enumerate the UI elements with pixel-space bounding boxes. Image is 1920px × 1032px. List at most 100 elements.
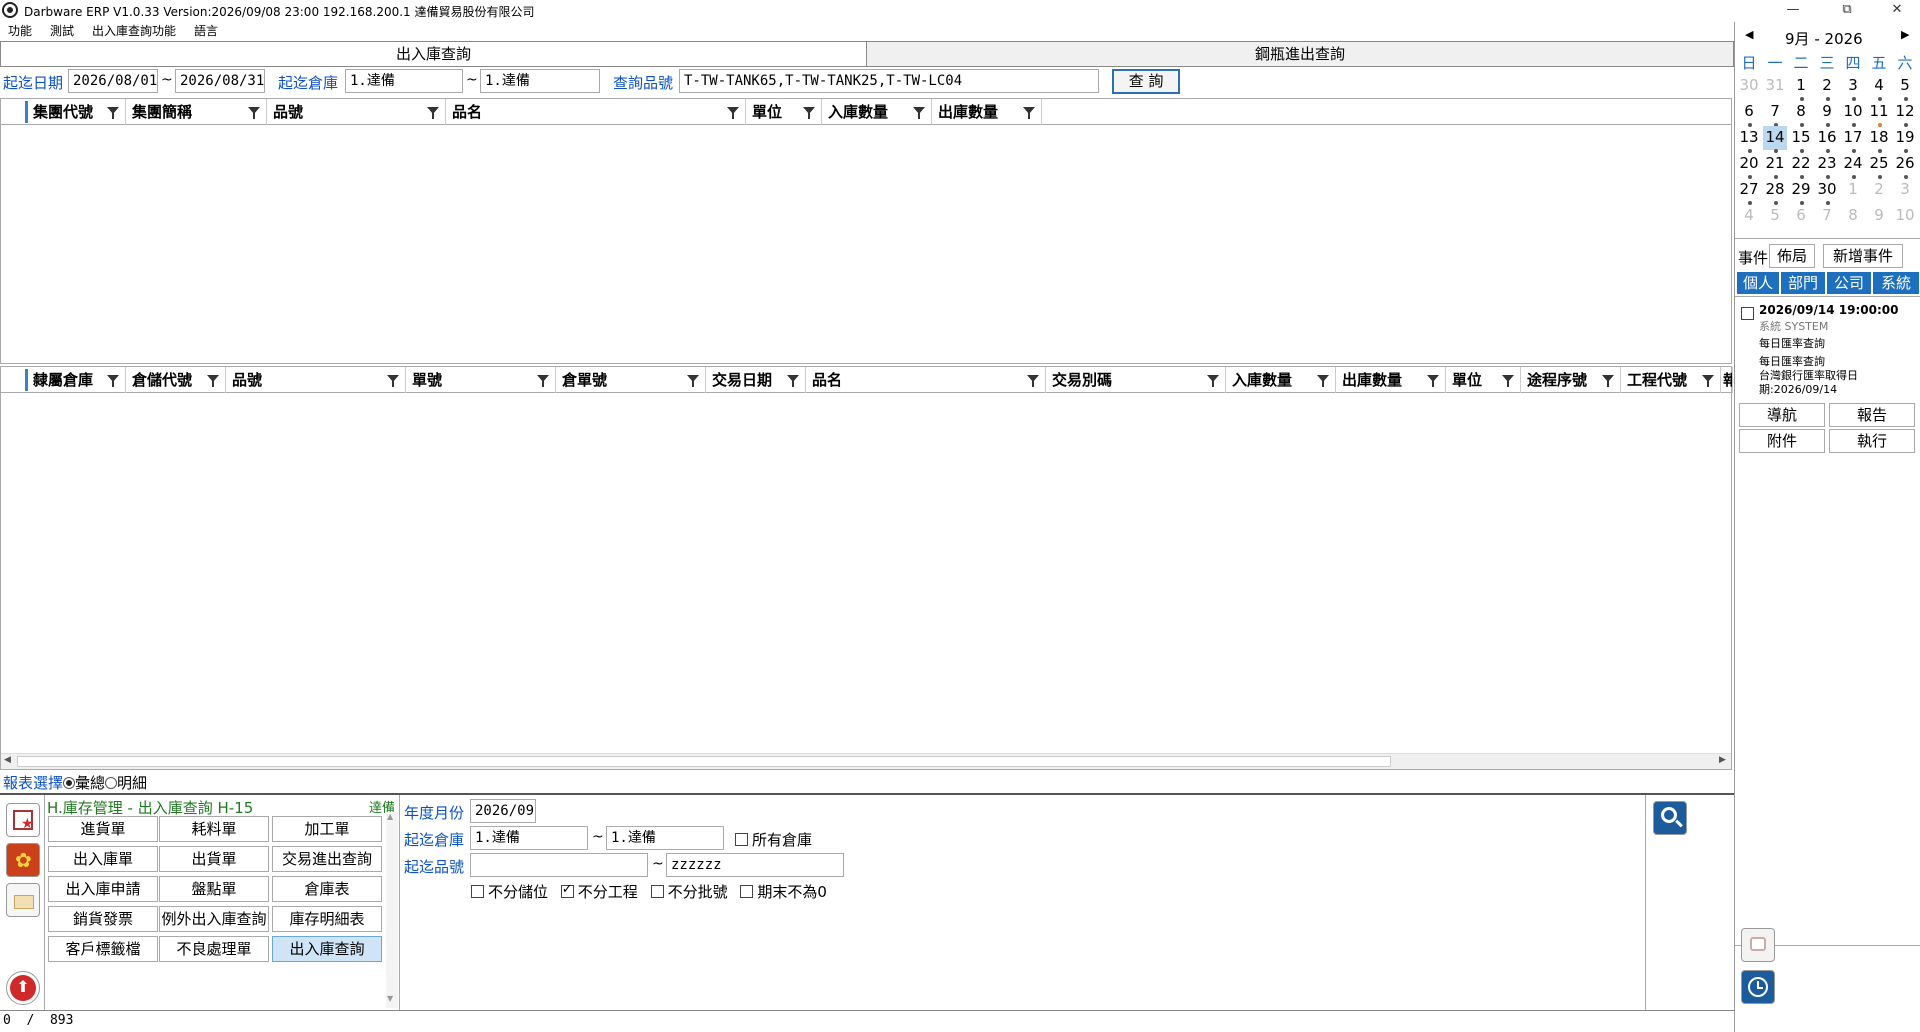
col-item-no[interactable]: 品號 [226,367,406,393]
filter-icon[interactable] [727,107,739,119]
tab-inout-query[interactable]: 出入庫查詢 [0,41,867,67]
calendar-header[interactable]: 9月 - 2026 [1785,28,1863,49]
calendar-day[interactable]: 22 [1788,154,1814,172]
btn-customer-label[interactable]: 客戶標籤檔 [48,936,158,962]
filter-icon[interactable] [1602,375,1614,387]
filter-personal[interactable]: 個人 [1737,272,1779,294]
calendar-day[interactable]: 25 [1866,154,1892,172]
calendar-day[interactable]: 7 [1762,102,1788,120]
filter-icon[interactable] [1023,107,1035,119]
col-project-code[interactable]: 工程代號 [1621,367,1721,393]
calendar-day[interactable]: 5 [1892,76,1918,94]
radio-summary-label[interactable]: 彙總 [75,774,105,792]
calendar-day[interactable]: 1 [1840,180,1866,198]
col-belong-wh[interactable]: 隸屬倉庫 [27,367,126,393]
col-group-abbr[interactable]: 集團簡稱 [126,99,267,125]
close-button[interactable]: ✕ [1874,0,1920,22]
radio-detail[interactable] [105,777,118,789]
col-item-name[interactable]: 品名 [806,367,1046,393]
warehouse-from-field[interactable]: 1.達備 [345,69,463,93]
horizontal-scrollbar[interactable]: ◀ ▶ [1,753,1731,769]
calendar-day[interactable]: 8 [1788,102,1814,120]
calendar-day[interactable]: 26 [1892,154,1918,172]
col-item-name[interactable]: 品名 [446,99,746,125]
calendar-day[interactable]: 29 [1788,180,1814,198]
btn-exception-query[interactable]: 例外出入庫查詢 [159,906,269,932]
report-button[interactable]: 報告 [1829,403,1915,427]
calendar-day[interactable]: 11 [1866,102,1892,120]
btn-sales-invoice[interactable]: 銷貨發票 [48,906,158,932]
calendar-day[interactable]: 3 [1892,180,1918,198]
warehouse-to-field[interactable]: 1.達備 [480,69,600,93]
col-out-qty[interactable]: 出庫數量 [932,99,1042,125]
btn-material-usage[interactable]: 耗料單 [159,816,269,842]
add-event-button[interactable]: 新增事件 [1823,244,1903,268]
btn-inout-request[interactable]: 出入庫申請 [48,876,158,902]
filter-icon[interactable] [1427,375,1439,387]
filter-company[interactable]: 公司 [1827,272,1871,294]
calendar-day[interactable]: 30 [1814,180,1840,198]
all-warehouse-option[interactable]: 所有倉庫 [735,829,812,850]
navigate-button[interactable]: 導航 [1739,403,1825,427]
filter-icon[interactable] [1502,375,1514,387]
module-scrollbar[interactable]: ▲ ▼ [386,812,398,1008]
col-in-qty[interactable]: 入庫數量 [822,99,932,125]
col-item-no[interactable]: 品號 [267,99,446,125]
col-doc-no[interactable]: 單號 [406,367,556,393]
calendar-day[interactable]: 18 [1866,128,1892,146]
calendar-day[interactable]: 8 [1840,206,1866,224]
chk-no-batch[interactable] [650,885,664,898]
calendar-day[interactable]: 9 [1814,102,1840,120]
menu-language[interactable]: 語言 [194,22,218,40]
col-unit[interactable]: 單位 [746,99,822,125]
filter-icon[interactable] [1207,375,1219,387]
search-icon[interactable] [1653,801,1687,835]
calendar-day[interactable]: 3 [1840,76,1866,94]
btn-stocktake[interactable]: 盤點單 [159,876,269,902]
btn-shipment[interactable]: 出貨單 [159,846,269,872]
calendar-day[interactable]: 1 [1788,76,1814,94]
scroll-up-icon[interactable]: ▲ [387,812,393,821]
date-from-field[interactable]: 2026/08/01 [68,69,158,93]
menu-function[interactable]: 功能 [8,22,32,40]
calendar-day[interactable]: 17 [1840,128,1866,146]
filter-department[interactable]: 部門 [1781,272,1825,294]
calendar-day[interactable]: 9 [1866,206,1892,224]
robot-icon[interactable] [1741,928,1775,962]
calendar-day[interactable]: 7 [1814,206,1840,224]
restore-button[interactable]: ⧉ [1824,0,1870,22]
folder-icon[interactable] [6,883,40,917]
filter-icon[interactable] [537,375,549,387]
date-to-field[interactable]: 2026/08/31 [175,69,265,93]
calendar-day[interactable]: 16 [1814,128,1840,146]
filter-icon[interactable] [1702,375,1714,387]
calendar-day[interactable]: 28 [1762,180,1788,198]
param-warehouse-to[interactable]: 1.達備 [606,826,724,850]
item-query-field[interactable]: T-TW-TANK65,T-TW-TANK25,T-TW-LC04 [679,69,1099,93]
col-report[interactable]: 報 [1721,367,1733,393]
filter-icon[interactable] [387,375,399,387]
filter-icon[interactable] [787,375,799,387]
calendar-day[interactable]: 4 [1866,76,1892,94]
calendar-day[interactable]: 19 [1892,128,1918,146]
calendar-day[interactable]: 23 [1814,154,1840,172]
col-in-qty[interactable]: 入庫數量 [1226,367,1336,393]
filter-icon[interactable] [207,375,219,387]
query-button[interactable]: 查 詢 [1112,69,1180,94]
minimize-button[interactable]: — [1770,0,1816,22]
calendar-day[interactable]: 2 [1814,76,1840,94]
calendar-day[interactable]: 21 [1762,154,1788,172]
col-group-code[interactable]: 集團代號 [27,99,126,125]
filter-icon[interactable] [107,375,119,387]
btn-purchase-receipt[interactable]: 進貨單 [48,816,158,842]
col-out-qty[interactable]: 出庫數量 [1336,367,1446,393]
col-storage-code[interactable]: 倉儲代號 [126,367,226,393]
btn-processing[interactable]: 加工單 [272,816,382,842]
scroll-down-icon[interactable]: ▼ [387,994,393,1003]
menu-test[interactable]: 測試 [50,22,74,40]
chk-no-location[interactable] [471,885,484,898]
all-warehouse-checkbox[interactable] [735,833,748,846]
filter-icon[interactable] [803,107,815,119]
scroll-left-icon[interactable]: ◀ [4,755,11,765]
param-item-to[interactable]: zzzzzz [666,853,844,877]
